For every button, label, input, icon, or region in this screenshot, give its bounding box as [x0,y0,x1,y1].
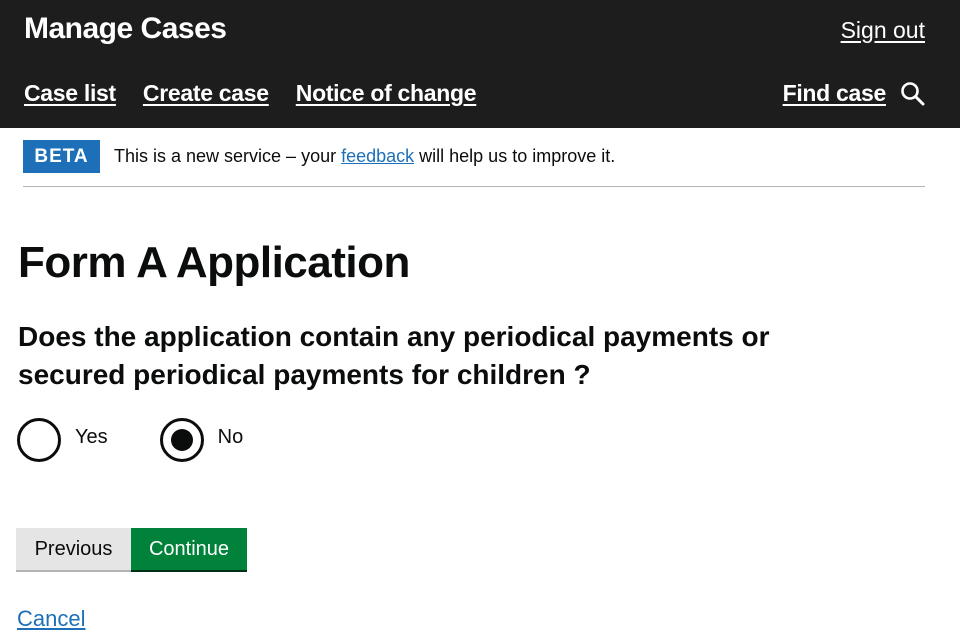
radio-selected-dot [170,429,193,451]
form-actions: Previous Continue [16,528,247,572]
question-heading: Does the application contain any periodi… [18,321,770,390]
radio-no-button[interactable] [159,418,204,462]
site-header: Manage Cases Sign out Case list Create c… [0,0,960,128]
radio-yes-label[interactable]: Yes [75,426,108,449]
radio-option-yes[interactable]: Yes [17,418,108,462]
page-title: Form A Application [18,238,410,287]
sign-out-link[interactable]: Sign out [841,17,925,44]
radio-yes-button[interactable] [17,418,61,462]
search-icon[interactable] [900,81,926,107]
radio-group: Yes No [17,418,243,462]
continue-button[interactable]: Continue [131,528,247,572]
nav-notice-of-change[interactable]: Notice of change [296,80,477,107]
find-case-area: Find case [783,80,926,107]
previous-button[interactable]: Previous [16,528,131,572]
nav-case-list[interactable]: Case list [24,80,116,107]
phase-banner-text-after: will help us to improve it. [414,146,616,166]
find-case-link[interactable]: Find case [783,80,887,107]
phase-banner-text: This is a new service – your feedback wi… [114,146,615,167]
phase-banner-text-before: This is a new service – your [114,146,342,166]
radio-option-no[interactable]: No [159,418,244,462]
feedback-link[interactable]: feedback [341,146,414,166]
app-title[interactable]: Manage Cases [24,12,227,46]
cancel-link[interactable]: Cancel [17,606,85,632]
primary-nav: Case list Create case Notice of change [24,80,477,107]
beta-tag: BETA [23,140,100,173]
radio-no-label[interactable]: No [218,426,244,449]
phase-banner: BETA This is a new service – your feedba… [23,140,925,187]
nav-create-case[interactable]: Create case [143,80,269,107]
